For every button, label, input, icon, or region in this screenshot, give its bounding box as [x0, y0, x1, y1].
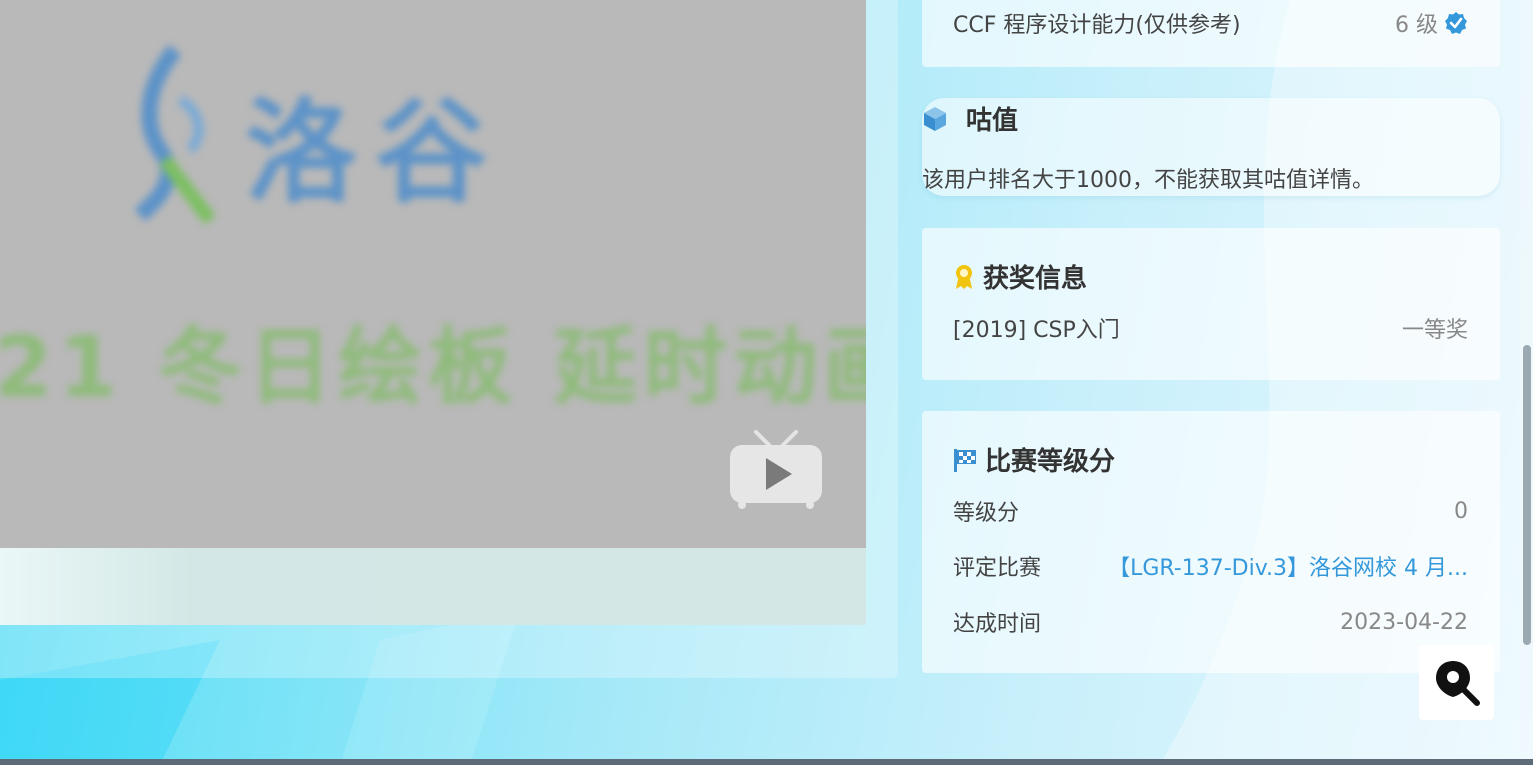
video-player[interactable]: 洛谷 21 冬日绘板 延时动画: [0, 0, 866, 548]
awards-title: 获奖信息: [953, 258, 1087, 295]
ccf-level-value: 6 级: [1395, 13, 1438, 38]
cube-icon: [924, 106, 946, 131]
gu-title: 咕值: [922, 100, 1018, 137]
gu-description: 该用户排名大于1000，不能获取其咕值详情。: [922, 168, 1374, 193]
gu-value-card: 咕值 该用户排名大于1000，不能获取其咕值详情。: [922, 98, 1500, 196]
tv-play-icon[interactable]: [728, 430, 824, 510]
checkered-flag-icon: [954, 448, 976, 472]
window-bottom-border: [0, 759, 1533, 765]
video-caption-band: [0, 548, 866, 625]
contest-link[interactable]: 【LGR-137-Div.3】洛谷网校 4 月...: [1108, 550, 1468, 582]
ccf-row: CCF 程序设计能力(仅供参考) 6 级: [953, 0, 1468, 46]
medal-icon: [956, 264, 972, 289]
awards-title-text: 获奖信息: [983, 264, 1088, 294]
rating-row: 等级分 0: [953, 493, 1468, 529]
map-search-button[interactable]: [1419, 645, 1494, 720]
luogu-logo-icon: [134, 44, 216, 225]
time-label: 达成时间: [953, 612, 1042, 637]
contest-title-text: 比赛等级分: [985, 447, 1116, 477]
rating-value: 0: [1454, 498, 1468, 524]
awards-card: 获奖信息 [2019] CSP入门 一等奖: [922, 228, 1500, 380]
award-row: [2019] CSP入门 一等奖: [953, 310, 1468, 346]
gu-title-text: 咕值: [966, 106, 1019, 136]
ccf-card: CCF 程序设计能力(仅供参考) 6 级: [922, 0, 1500, 67]
award-name: [2019] CSP入门: [953, 318, 1120, 343]
video-panel: 洛谷 21 冬日绘板 延时动画: [0, 0, 898, 678]
contest-rating-card: 比赛等级分 等级分 0 评定比赛 【LGR-137-Div.3】洛谷网校 4 月…: [922, 411, 1500, 673]
contest-row: 评定比赛 【LGR-137-Div.3】洛谷网校 4 月...: [953, 548, 1468, 584]
contest-title: 比赛等级分: [953, 441, 1115, 478]
rating-label: 等级分: [953, 501, 1020, 526]
ccf-label: CCF 程序设计能力(仅供参考): [953, 13, 1241, 38]
time-value: 2023-04-22: [1340, 609, 1468, 635]
award-prize: 一等奖: [1401, 318, 1468, 343]
scrollbar-thumb[interactable]: [1523, 345, 1531, 645]
time-row: 达成时间 2023-04-22: [953, 604, 1468, 640]
map-search-icon: [1435, 660, 1480, 706]
verified-check-icon: [1445, 12, 1467, 34]
video-brand-text: 洛谷: [245, 88, 505, 218]
contest-label: 评定比赛: [953, 556, 1042, 581]
video-banner-text: 21 冬日绘板 延时动画: [0, 318, 866, 416]
ccf-level: 6 级: [1395, 7, 1468, 39]
